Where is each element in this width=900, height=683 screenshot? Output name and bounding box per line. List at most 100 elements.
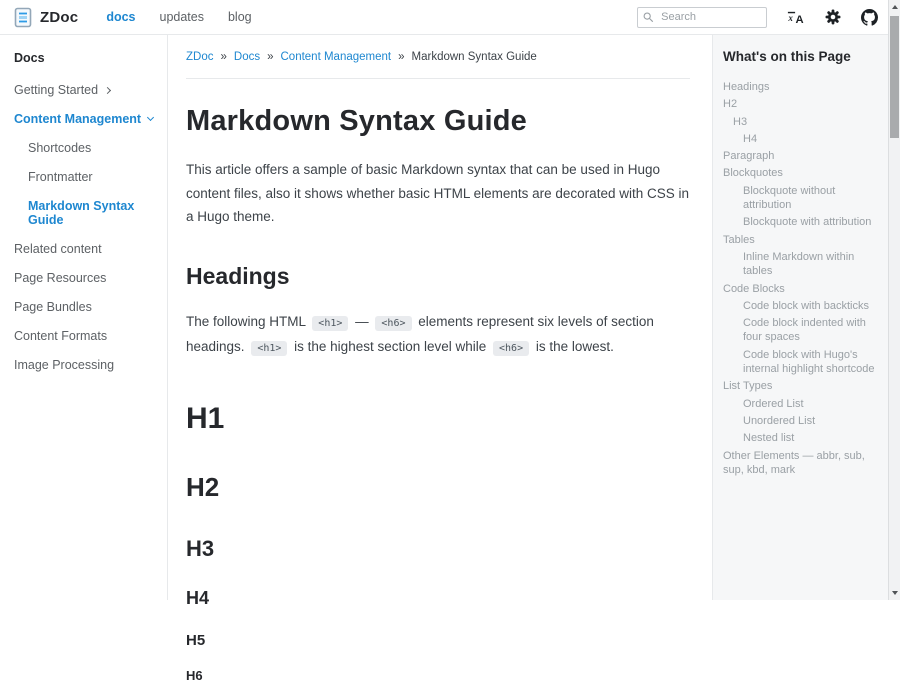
svg-text:A: A xyxy=(796,13,804,24)
sidebar-item-content-formats[interactable]: Content Formats xyxy=(14,329,159,343)
translate-icon[interactable]: x A xyxy=(787,10,805,25)
sidebar-item-content-management[interactable]: Content Management xyxy=(14,112,159,126)
breadcrumb-item-content-management[interactable]: Content Management xyxy=(281,51,392,63)
toc-item-blockquote-without-attribution[interactable]: Blockquote without attribution xyxy=(723,184,880,213)
breadcrumb-separator: » xyxy=(267,51,273,63)
breadcrumb: ZDoc » Docs » Content Management » Markdown Sy… xyxy=(186,35,690,63)
text-run: — xyxy=(351,314,372,329)
sidebar-item-label: Content Management xyxy=(14,112,141,126)
sidebar-item-shortcodes[interactable]: Shortcodes xyxy=(28,141,159,155)
sidebar-nav: Getting Started Content Management Shortco… xyxy=(14,83,159,372)
brand-link[interactable]: ZDoc xyxy=(14,7,78,28)
gear-icon[interactable] xyxy=(825,9,841,25)
toc-item-paragraph[interactable]: Paragraph xyxy=(723,149,880,163)
sidebar-item-label: Getting Started xyxy=(14,83,98,97)
toc-item-code-block-indented-with-four-spaces[interactable]: Code block indented with four spaces xyxy=(723,316,880,345)
intro-paragraph: This article offers a sample of basic Ma… xyxy=(186,158,690,229)
toc-item-code-block-with-backticks[interactable]: Code block with backticks xyxy=(723,299,880,313)
sidebar-item-getting-started[interactable]: Getting Started xyxy=(14,83,159,97)
toc-item-code-blocks[interactable]: Code Blocks xyxy=(723,282,880,296)
breadcrumb-item-docs[interactable]: Docs xyxy=(234,51,260,63)
left-sidebar: Docs Getting Started Content Management Sh… xyxy=(0,35,168,600)
brand-name: ZDoc xyxy=(40,9,78,26)
page: ZDoc docs updates blog x A xyxy=(0,0,888,600)
inline-code: <h1> xyxy=(251,341,287,356)
chevron-down-icon xyxy=(147,114,154,121)
text-run: The following HTML xyxy=(186,314,309,329)
sample-heading-h4: H4 xyxy=(186,588,690,609)
svg-text:x: x xyxy=(787,13,793,23)
top-navbar: ZDoc docs updates blog x A xyxy=(0,0,888,35)
nav-links: docs updates blog xyxy=(106,10,275,24)
scrollbar-thumb[interactable] xyxy=(890,16,899,138)
sample-heading-h5: H5 xyxy=(186,632,690,649)
toc-title: What's on this Page xyxy=(723,49,880,64)
headings-paragraph: The following HTML <h1> — <h6> elements … xyxy=(186,310,690,360)
sidebar-item-label: Markdown Syntax Guide xyxy=(28,199,159,227)
sidebar-item-label: Related content xyxy=(14,242,102,256)
breadcrumb-item-markdown-syntax-guide: Markdown Syntax Guide xyxy=(412,51,537,63)
toc-item-headings[interactable]: Headings xyxy=(723,80,880,94)
breadcrumb-separator: » xyxy=(398,51,404,63)
main-content: ZDoc » Docs » Content Management » Markdown Sy… xyxy=(168,35,712,600)
chevron-right-icon xyxy=(104,86,111,93)
sidebar-item-frontmatter[interactable]: Frontmatter xyxy=(28,170,159,184)
inline-code: <h6> xyxy=(493,341,529,356)
sidebar-item-markdown-syntax-guide[interactable]: Markdown Syntax Guide xyxy=(28,199,159,227)
heading-samples: H1 H2 H3 H4 H5 H6 xyxy=(186,402,690,683)
toc-item-nested-list[interactable]: Nested list xyxy=(723,431,880,445)
toc-item-inline-markdown-within-tables[interactable]: Inline Markdown within tables xyxy=(723,250,880,279)
breadcrumb-item-zdoc[interactable]: ZDoc xyxy=(186,51,213,63)
search-input[interactable] xyxy=(659,10,761,24)
toc-item-h4[interactable]: H4 xyxy=(723,132,880,146)
search-box[interactable] xyxy=(637,7,767,28)
sidebar-item-image-processing[interactable]: Image Processing xyxy=(14,358,159,372)
sidebar-item-label: Content Formats xyxy=(14,329,107,343)
scrollbar-up-arrow[interactable] xyxy=(889,0,900,14)
sidebar-item-page-resources[interactable]: Page Resources xyxy=(14,271,159,285)
inline-code: <h1> xyxy=(312,316,348,331)
toc-item-other-elements-abbr-sub-sup-kbd-mark[interactable]: Other Elements — abbr, sub, sup, kbd, ma… xyxy=(723,449,880,478)
toc-item-h2[interactable]: H2 xyxy=(723,97,880,111)
breadcrumb-separator: » xyxy=(220,51,226,63)
toc-item-ordered-list[interactable]: Ordered List xyxy=(723,397,880,411)
sample-heading-h6: H6 xyxy=(186,668,690,683)
toc-item-code-block-with-hugo-s-internal-highlight-shortcode[interactable]: Code block with Hugo's internal highligh… xyxy=(723,348,880,377)
navbar-right: x A xyxy=(637,7,878,28)
sidebar-item-label: Shortcodes xyxy=(28,141,91,155)
app-window: ZDoc docs updates blog x A xyxy=(0,0,900,600)
toc-item-unordered-list[interactable]: Unordered List xyxy=(723,414,880,428)
logo-document-icon xyxy=(14,7,32,28)
toc-item-blockquotes[interactable]: Blockquotes xyxy=(723,166,880,180)
scrollbar-down-arrow[interactable] xyxy=(889,586,900,600)
nav-link-blog[interactable]: blog xyxy=(228,10,252,24)
nav-link-updates[interactable]: updates xyxy=(160,10,204,24)
page-title: Markdown Syntax Guide xyxy=(186,105,690,138)
sidebar-title: Docs xyxy=(14,51,159,65)
sidebar-item-related-content[interactable]: Related content xyxy=(14,242,159,256)
sample-heading-h3: H3 xyxy=(186,536,690,562)
sidebar-item-label: Page Bundles xyxy=(14,300,92,314)
text-run: is the highest section level while xyxy=(290,339,490,354)
sidebar-item-label: Page Resources xyxy=(14,271,106,285)
sample-heading-h2: H2 xyxy=(186,472,690,503)
sidebar-item-label: Frontmatter xyxy=(28,170,93,184)
triangle-down-icon xyxy=(892,591,898,595)
search-icon xyxy=(643,11,654,24)
nav-link-docs[interactable]: docs xyxy=(106,10,135,24)
toc-sidebar: What's on this Page Headings H2 H3 H4 Paragr… xyxy=(712,35,888,600)
toc-item-blockquote-with-attribution[interactable]: Blockquote with attribution xyxy=(723,215,880,229)
inline-code: <h6> xyxy=(375,316,411,331)
triangle-up-icon xyxy=(892,5,898,9)
toc-item-h3[interactable]: H3 xyxy=(723,115,880,129)
sidebar-item-page-bundles[interactable]: Page Bundles xyxy=(14,300,159,314)
text-run: is the lowest. xyxy=(532,339,614,354)
github-icon[interactable] xyxy=(861,9,878,26)
sample-heading-h1: H1 xyxy=(186,402,690,436)
content-row: Docs Getting Started Content Management Sh… xyxy=(0,35,888,600)
toc-item-tables[interactable]: Tables xyxy=(723,233,880,247)
scrollbar[interactable] xyxy=(888,0,900,600)
toc-item-list-types[interactable]: List Types xyxy=(723,379,880,393)
section-title-headings: Headings xyxy=(186,263,690,290)
sidebar-item-label: Image Processing xyxy=(14,358,114,372)
